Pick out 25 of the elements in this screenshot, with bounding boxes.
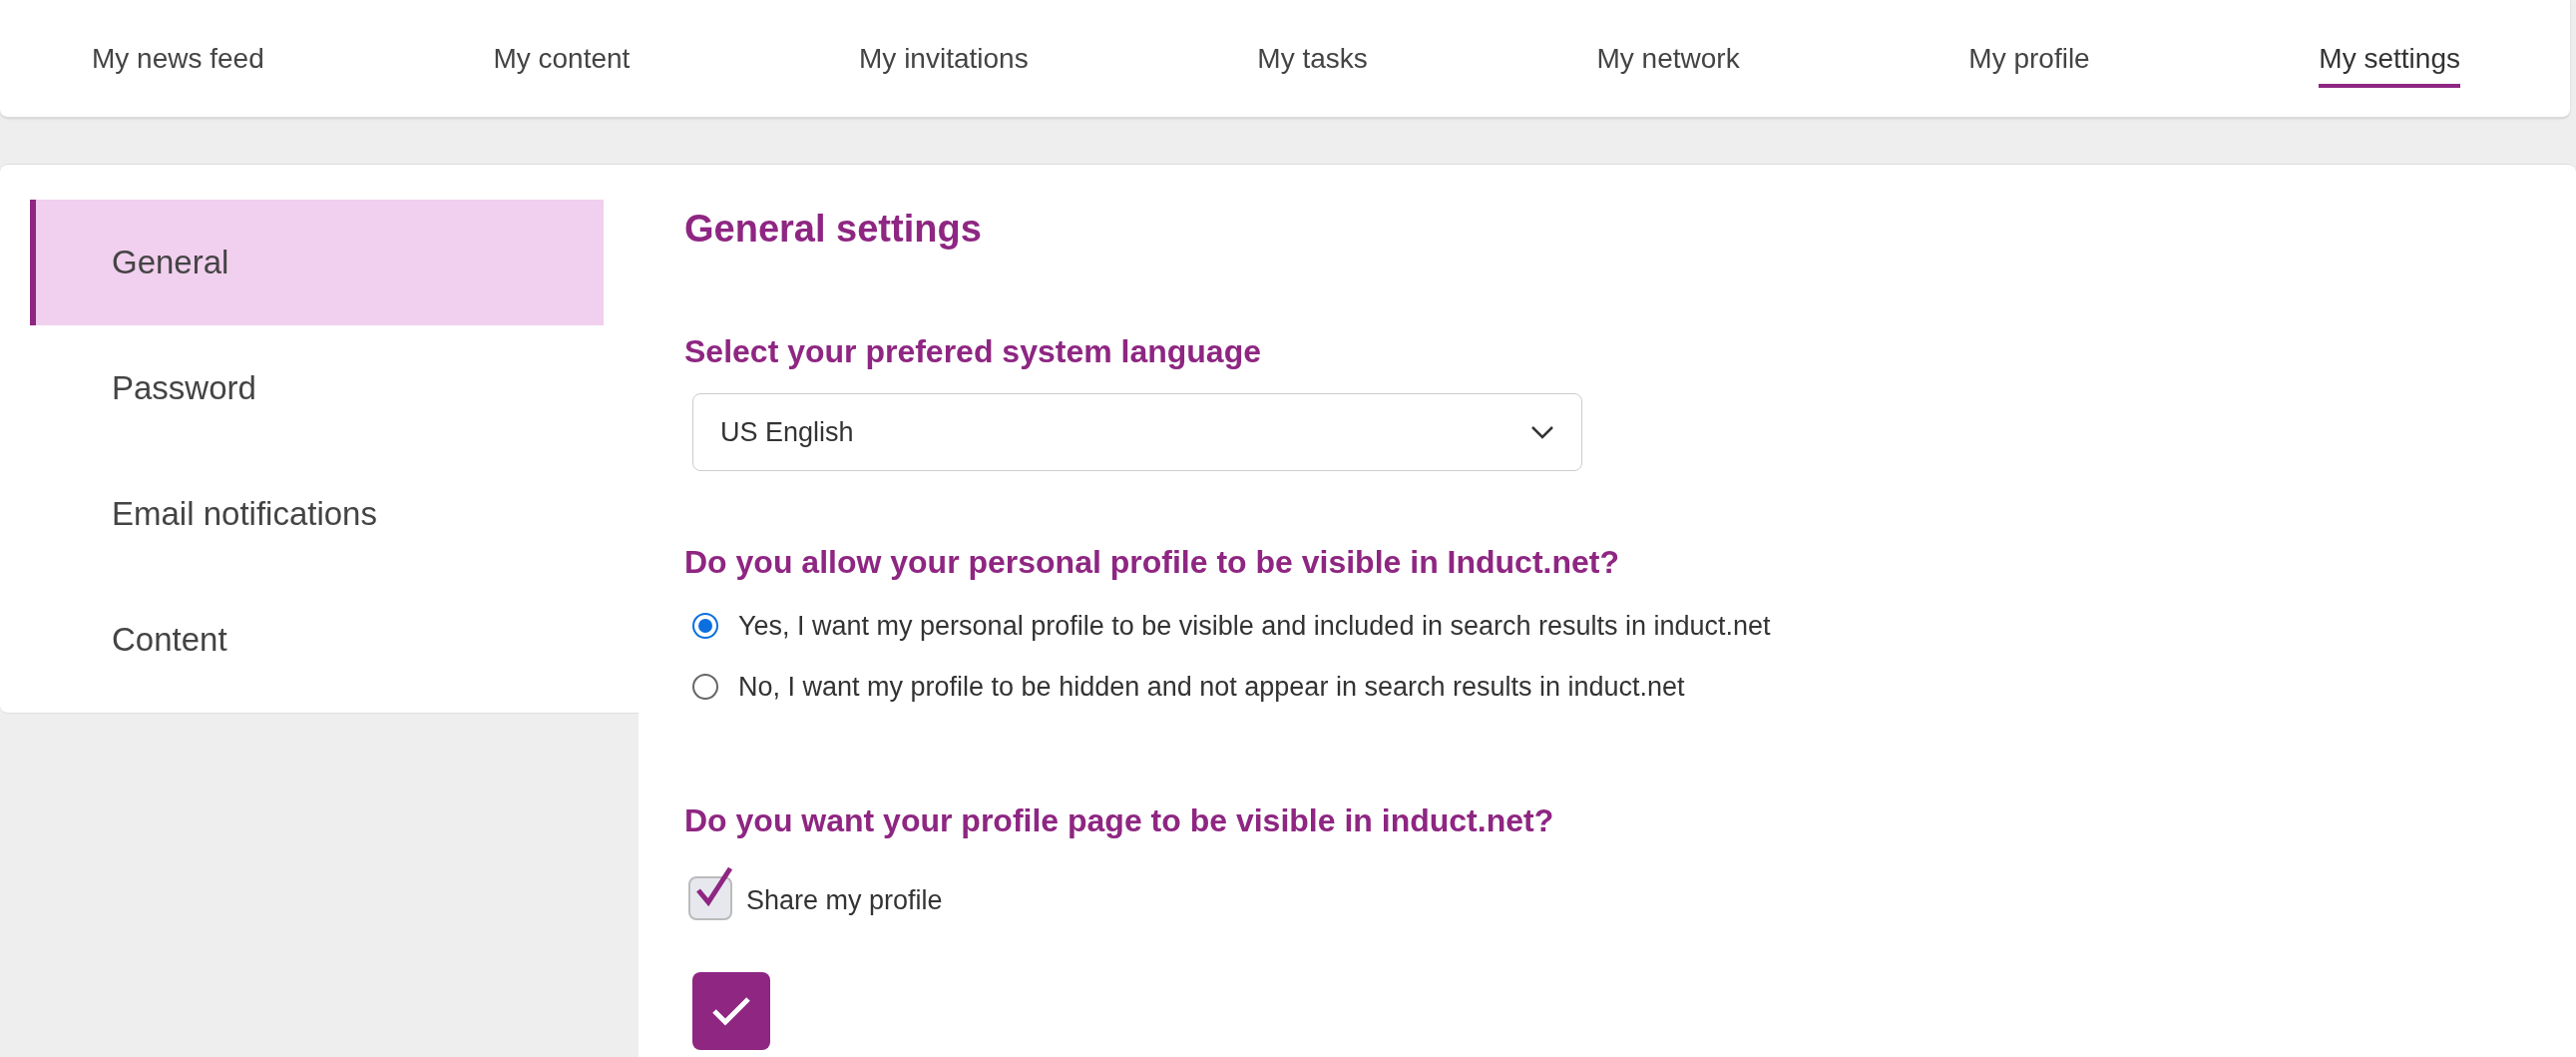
nav-tab[interactable]: My invitations	[859, 37, 1029, 88]
radio-button[interactable]	[692, 613, 718, 640]
section-heading: Do you want your profile page to be visible in induct.net?	[684, 804, 1554, 836]
check-icon	[696, 866, 734, 906]
nav-tab[interactable]: My content	[493, 37, 631, 88]
confirm-button[interactable]	[692, 972, 770, 1050]
radio-label: No, I want my profile to be hidden and not appear in search results in induct.net	[738, 670, 1685, 704]
sidebar-item[interactable]: Email notifications	[30, 451, 604, 577]
nav-tab[interactable]: My news feed	[92, 37, 264, 88]
check-icon	[711, 996, 751, 1026]
radio-button[interactable]	[692, 673, 718, 700]
nav-tab[interactable]: My profile	[1968, 37, 2090, 88]
language-dropdown[interactable]: US English	[692, 393, 1582, 471]
checkbox-label: Share my profile	[746, 883, 943, 917]
section-heading: Do you allow your personal profile to be visible in Induct.net?	[684, 546, 1619, 578]
sidebar-item[interactable]: Password	[30, 325, 604, 451]
sidebar-item[interactable]: General	[30, 200, 604, 325]
sidebar-item[interactable]: Content	[30, 577, 604, 703]
radio-label: Yes, I want my personal profile to be visible and included in search results in induct.net	[738, 610, 1771, 643]
section-heading: Select your prefered system language	[684, 335, 1261, 367]
chevron-down-icon	[1530, 425, 1554, 439]
nav-tab[interactable]: My settings	[2319, 37, 2460, 88]
nav-tab[interactable]: My network	[1596, 37, 1740, 88]
nav-tab[interactable]: My tasks	[1257, 37, 1368, 88]
page-title: General settings	[684, 210, 982, 248]
